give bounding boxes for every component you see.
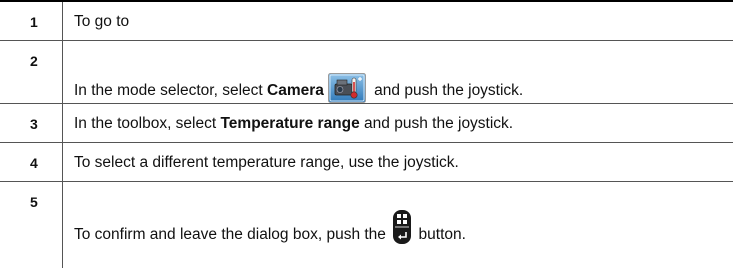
step-instruction: To confirm and leave the dialog box, pus… bbox=[74, 210, 466, 245]
step-text-before: In the toolbox, select bbox=[74, 115, 221, 132]
step-text-after: button. bbox=[414, 226, 466, 243]
steps-table: 1 To go to 2 In the mode selector, selec… bbox=[0, 0, 733, 268]
step-number-cell: 3 bbox=[0, 104, 63, 142]
step-instruction: In the mode selector, select Camera and … bbox=[74, 73, 523, 108]
table-row: 1 To go to bbox=[0, 2, 733, 41]
table-row: 3 In the toolbox, select Temperature ran… bbox=[0, 104, 733, 143]
step-instruction-cell: In the toolbox, select Temperature range… bbox=[63, 104, 733, 142]
step-instruction-cell: To go to bbox=[63, 2, 733, 40]
step-number: 5 bbox=[30, 194, 38, 210]
step-number-cell: 4 bbox=[0, 143, 63, 181]
step-instruction: To select a different temperature range,… bbox=[74, 154, 459, 171]
step-text-before: To confirm and leave the dialog box, pus… bbox=[74, 226, 391, 243]
step-bold-term: Camera bbox=[267, 82, 324, 99]
step-text-after: and push the joystick. bbox=[359, 115, 514, 132]
camera-thermometer-icon bbox=[327, 73, 366, 108]
step-number-cell: 2 bbox=[0, 41, 63, 103]
menu-back-button-icon bbox=[392, 210, 412, 245]
step-number: 3 bbox=[30, 116, 38, 132]
step-instruction: In the toolbox, select Temperature range… bbox=[74, 115, 513, 133]
step-number-cell: 1 bbox=[0, 2, 63, 40]
step-number-cell: 5 bbox=[0, 182, 63, 268]
table-row: 4 To select a different temperature rang… bbox=[0, 143, 733, 182]
step-text-after: and push the joystick. bbox=[369, 82, 524, 99]
step-instruction-cell: In the mode selector, select Camera and … bbox=[63, 41, 733, 103]
table-row: 2 In the mode selector, select Camera an… bbox=[0, 41, 733, 104]
step-instruction-cell: To confirm and leave the dialog box, pus… bbox=[63, 182, 733, 268]
step-text-before: In the mode selector, select bbox=[74, 82, 267, 99]
step-instruction: To go to bbox=[74, 13, 130, 30]
step-instruction-cell: To select a different temperature range,… bbox=[63, 143, 733, 181]
table-row: 5 To confirm and leave the dialog box, p… bbox=[0, 182, 733, 268]
step-bold-term: Temperature range bbox=[220, 115, 360, 132]
step-number: 2 bbox=[30, 53, 38, 69]
step-number: 1 bbox=[30, 14, 38, 30]
step-number: 4 bbox=[30, 155, 38, 171]
